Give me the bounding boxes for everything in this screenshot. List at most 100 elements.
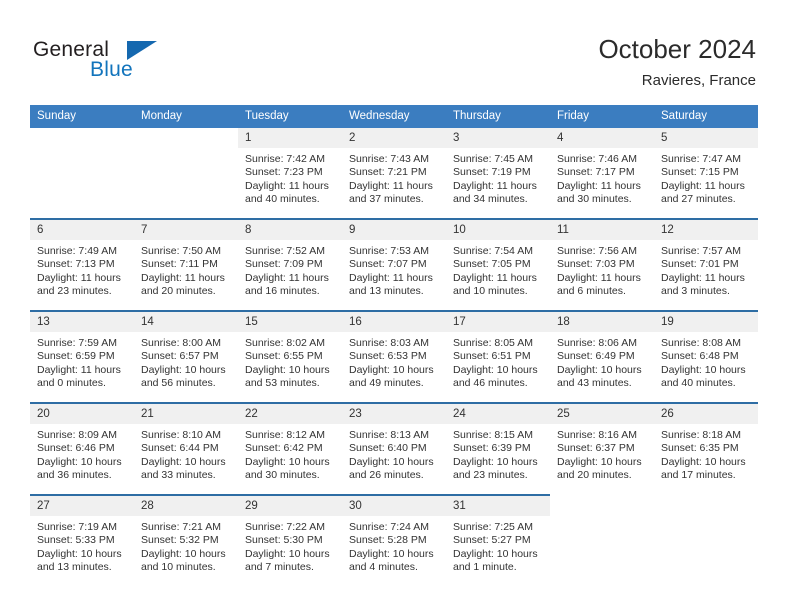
sunrise-text: Sunrise: 7:45 AM (453, 153, 533, 165)
day-details: Sunrise: 7:42 AM Sunset: 7:23 PM Daylight:… (238, 148, 342, 207)
calendar-day-cell-empty (30, 128, 134, 219)
sunrise-text: Sunrise: 7:47 AM (661, 153, 741, 165)
page-title: October 2024 (598, 34, 756, 64)
daylight-text: Daylight: 11 hours and 10 minutes. (453, 271, 537, 298)
daylight-text: Daylight: 11 hours and 30 minutes. (557, 179, 641, 206)
calendar-day-cell[interactable]: 4 Sunrise: 7:46 AM Sunset: 7:17 PM Daylight… (550, 128, 654, 219)
calendar-day-cell[interactable]: 11 Sunrise: 7:56 AM Sunset: 7:03 PM Dayligh… (550, 218, 654, 311)
day-details: Sunrise: 8:08 AM Sunset: 6:48 PM Daylight:… (654, 332, 758, 391)
calendar-day-cell[interactable]: 19 Sunrise: 8:08 AM Sunset: 6:48 PM Dayligh… (654, 310, 758, 403)
daylight-text: Daylight: 11 hours and 16 minutes. (245, 271, 329, 298)
daylight-text: Daylight: 11 hours and 23 minutes. (37, 271, 121, 298)
calendar-day-cell[interactable]: 20 Sunrise: 8:09 AM Sunset: 6:46 PM Dayligh… (30, 402, 134, 495)
day-number: 17 (446, 312, 550, 332)
weekday-header-friday: Friday (550, 105, 654, 128)
calendar-day-cell[interactable]: 21 Sunrise: 8:10 AM Sunset: 6:44 PM Dayligh… (134, 402, 238, 495)
day-number: 14 (134, 312, 238, 332)
sunset-text: Sunset: 5:33 PM (37, 534, 115, 547)
sunset-text: Sunset: 6:37 PM (557, 442, 635, 455)
calendar-day-cell[interactable]: 17 Sunrise: 8:05 AM Sunset: 6:51 PM Dayligh… (446, 310, 550, 403)
calendar-week-row: 6 Sunrise: 7:49 AM Sunset: 7:13 PM Daylight… (30, 218, 758, 311)
calendar-day-cell[interactable]: 23 Sunrise: 8:13 AM Sunset: 6:40 PM Dayligh… (342, 402, 446, 495)
day-details: Sunrise: 8:16 AM Sunset: 6:37 PM Daylight:… (550, 424, 654, 483)
sunrise-text: Sunrise: 8:05 AM (453, 337, 533, 349)
day-number: 16 (342, 312, 446, 332)
day-details: Sunrise: 7:53 AM Sunset: 7:07 PM Daylight:… (342, 240, 446, 299)
calendar-day-cell[interactable]: 13 Sunrise: 7:59 AM Sunset: 6:59 PM Dayligh… (30, 310, 134, 403)
calendar-day-cell[interactable]: 2 Sunrise: 7:43 AM Sunset: 7:21 PM Daylight… (342, 128, 446, 219)
day-details: Sunrise: 8:12 AM Sunset: 6:42 PM Daylight:… (238, 424, 342, 483)
daylight-text: Daylight: 11 hours and 37 minutes. (349, 179, 433, 206)
calendar-day-cell[interactable]: 5 Sunrise: 7:47 AM Sunset: 7:15 PM Daylight… (654, 128, 758, 219)
sunset-text: Sunset: 7:07 PM (349, 258, 427, 271)
day-number: 23 (342, 404, 446, 424)
day-number: 19 (654, 312, 758, 332)
calendar-day-cell[interactable]: 22 Sunrise: 8:12 AM Sunset: 6:42 PM Dayligh… (238, 402, 342, 495)
sunset-text: Sunset: 6:35 PM (661, 442, 739, 455)
daylight-text: Daylight: 11 hours and 13 minutes. (349, 271, 433, 298)
day-number: 2 (342, 128, 446, 148)
page-subtitle: Ravieres, France (641, 72, 756, 89)
day-number: 8 (238, 220, 342, 240)
calendar-day-cell[interactable]: 1 Sunrise: 7:42 AM Sunset: 7:23 PM Daylight… (238, 128, 342, 219)
day-details: Sunrise: 7:45 AM Sunset: 7:19 PM Daylight:… (446, 148, 550, 207)
calendar-day-cell[interactable]: 10 Sunrise: 7:54 AM Sunset: 7:05 PM Dayligh… (446, 218, 550, 311)
calendar-day-cell[interactable]: 14 Sunrise: 8:00 AM Sunset: 6:57 PM Dayligh… (134, 310, 238, 403)
sunrise-text: Sunrise: 8:06 AM (557, 337, 637, 349)
logo-text-blue: Blue (90, 58, 133, 81)
daylight-text: Daylight: 10 hours and 17 minutes. (661, 455, 746, 482)
calendar-day-cell[interactable]: 3 Sunrise: 7:45 AM Sunset: 7:19 PM Daylight… (446, 128, 550, 219)
title-block: October 2024 Ravieres, France (598, 33, 756, 90)
day-number: 1 (238, 128, 342, 148)
weekday-header-thursday: Thursday (446, 105, 550, 128)
calendar-day-cell[interactable]: 12 Sunrise: 7:57 AM Sunset: 7:01 PM Dayligh… (654, 218, 758, 311)
calendar-day-cell[interactable]: 15 Sunrise: 8:02 AM Sunset: 6:55 PM Dayligh… (238, 310, 342, 403)
calendar-day-cell[interactable]: 8 Sunrise: 7:52 AM Sunset: 7:09 PM Daylight… (238, 218, 342, 311)
day-details: Sunrise: 7:56 AM Sunset: 7:03 PM Daylight:… (550, 240, 654, 299)
calendar-day-cell[interactable]: 6 Sunrise: 7:49 AM Sunset: 7:13 PM Daylight… (30, 218, 134, 311)
day-number: 4 (550, 128, 654, 148)
day-number: 18 (550, 312, 654, 332)
calendar-day-cell[interactable]: 28 Sunrise: 7:21 AM Sunset: 5:32 PM Dayligh… (134, 494, 238, 586)
day-details: Sunrise: 7:54 AM Sunset: 7:05 PM Daylight:… (446, 240, 550, 299)
calendar-day-cell[interactable]: 9 Sunrise: 7:53 AM Sunset: 7:07 PM Daylight… (342, 218, 446, 311)
day-details: Sunrise: 8:06 AM Sunset: 6:49 PM Daylight:… (550, 332, 654, 391)
sunset-text: Sunset: 5:30 PM (245, 534, 323, 547)
calendar-day-cell[interactable]: 31 Sunrise: 7:25 AM Sunset: 5:27 PM Dayligh… (446, 494, 550, 586)
day-details: Sunrise: 8:18 AM Sunset: 6:35 PM Daylight:… (654, 424, 758, 483)
sunrise-text: Sunrise: 8:00 AM (141, 337, 221, 349)
daylight-text: Daylight: 10 hours and 13 minutes. (37, 547, 122, 574)
day-details: Sunrise: 7:59 AM Sunset: 6:59 PM Daylight:… (30, 332, 134, 391)
calendar-day-cell[interactable]: 24 Sunrise: 8:15 AM Sunset: 6:39 PM Dayligh… (446, 402, 550, 495)
sunset-text: Sunset: 7:23 PM (245, 166, 323, 179)
calendar-day-cell[interactable]: 27 Sunrise: 7:19 AM Sunset: 5:33 PM Dayligh… (30, 494, 134, 586)
sunset-text: Sunset: 6:40 PM (349, 442, 427, 455)
daylight-text: Daylight: 10 hours and 20 minutes. (557, 455, 642, 482)
sunrise-text: Sunrise: 8:02 AM (245, 337, 325, 349)
day-number: 3 (446, 128, 550, 148)
sunset-text: Sunset: 6:51 PM (453, 350, 531, 363)
sunrise-text: Sunrise: 7:22 AM (245, 521, 325, 533)
calendar-day-cell[interactable]: 7 Sunrise: 7:50 AM Sunset: 7:11 PM Daylight… (134, 218, 238, 311)
daylight-text: Daylight: 10 hours and 40 minutes. (661, 363, 746, 390)
sunrise-text: Sunrise: 8:13 AM (349, 429, 429, 441)
calendar-day-cell[interactable]: 25 Sunrise: 8:16 AM Sunset: 6:37 PM Dayligh… (550, 402, 654, 495)
calendar-day-cell[interactable]: 29 Sunrise: 7:22 AM Sunset: 5:30 PM Dayligh… (238, 494, 342, 586)
calendar-day-cell[interactable]: 30 Sunrise: 7:24 AM Sunset: 5:28 PM Dayligh… (342, 494, 446, 586)
calendar-day-cell[interactable]: 26 Sunrise: 8:18 AM Sunset: 6:35 PM Dayligh… (654, 402, 758, 495)
general-blue-logo[interactable]: General Blue (33, 38, 213, 84)
calendar-day-cell-empty (134, 128, 238, 219)
calendar-page: General Blue October 2024 Ravieres, Fran… (0, 0, 792, 612)
day-details: Sunrise: 8:00 AM Sunset: 6:57 PM Daylight:… (134, 332, 238, 391)
sunrise-text: Sunrise: 8:18 AM (661, 429, 741, 441)
weekday-header-wednesday: Wednesday (342, 105, 446, 128)
daylight-text: Daylight: 11 hours and 40 minutes. (245, 179, 329, 206)
day-details: Sunrise: 8:05 AM Sunset: 6:51 PM Daylight:… (446, 332, 550, 391)
sunset-text: Sunset: 7:15 PM (661, 166, 739, 179)
sunset-text: Sunset: 7:01 PM (661, 258, 739, 271)
daylight-text: Daylight: 10 hours and 7 minutes. (245, 547, 330, 574)
calendar-day-cell[interactable]: 18 Sunrise: 8:06 AM Sunset: 6:49 PM Dayligh… (550, 310, 654, 403)
sunset-text: Sunset: 6:59 PM (37, 350, 115, 363)
daylight-text: Daylight: 10 hours and 30 minutes. (245, 455, 330, 482)
calendar-day-cell[interactable]: 16 Sunrise: 8:03 AM Sunset: 6:53 PM Dayligh… (342, 310, 446, 403)
